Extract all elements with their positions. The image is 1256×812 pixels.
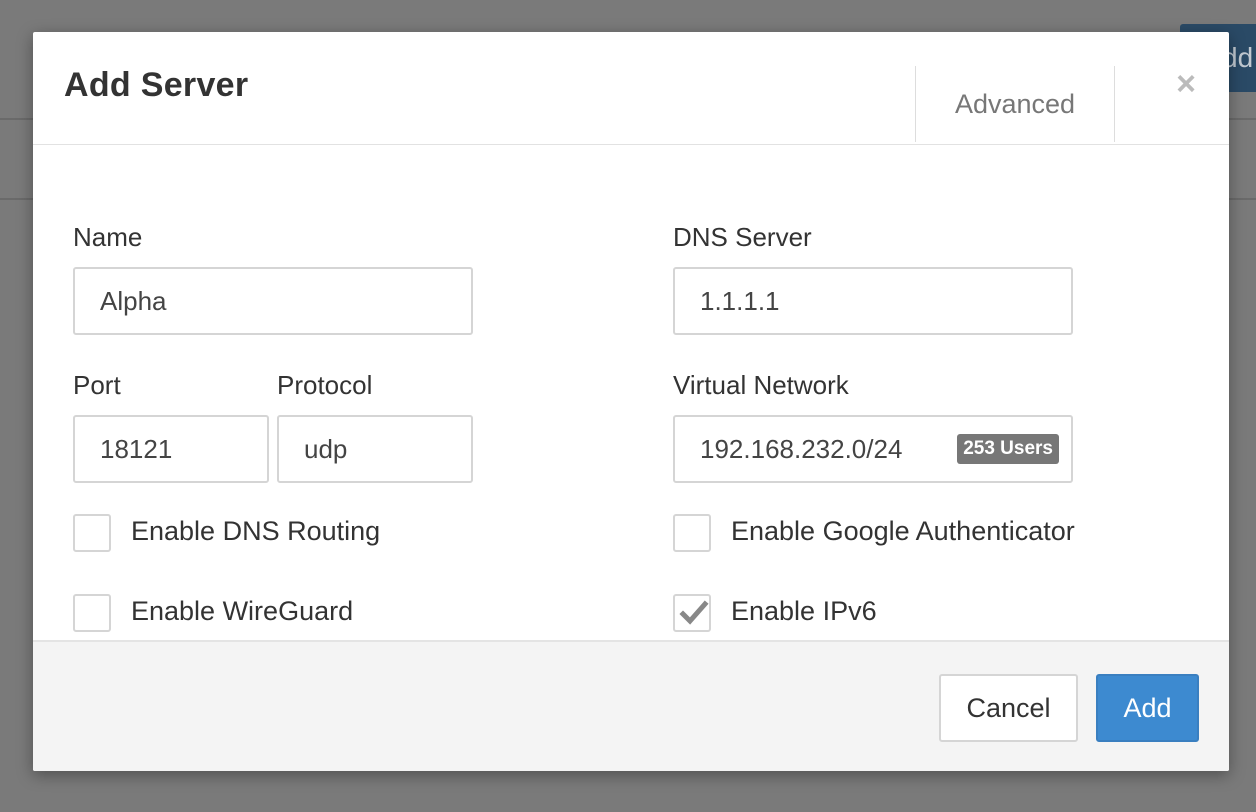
close-icon[interactable]: × bbox=[1169, 64, 1203, 104]
name-input[interactable]: Alpha bbox=[73, 267, 473, 335]
checkmark-icon bbox=[679, 600, 709, 625]
google-authenticator-checkbox-row[interactable]: Enable Google Authenticator bbox=[673, 514, 1153, 554]
ipv6-checkbox-row[interactable]: Enable IPv6 bbox=[673, 594, 1073, 634]
virtual-network-value: 192.168.232.0/24 bbox=[700, 434, 903, 464]
port-label: Port bbox=[73, 370, 121, 400]
ipv6-checkbox[interactable] bbox=[673, 594, 711, 632]
wireguard-label: Enable WireGuard bbox=[131, 596, 354, 626]
name-label: Name bbox=[73, 222, 143, 252]
modal-body: Name Alpha DNS Server 1.1.1.1 Port 18121… bbox=[33, 145, 1229, 640]
dns-routing-checkbox[interactable] bbox=[73, 514, 111, 552]
virtual-network-label: Virtual Network bbox=[673, 370, 849, 400]
virtual-network-input[interactable]: 192.168.232.0/24 253 Users bbox=[673, 415, 1073, 483]
dns-routing-checkbox-row[interactable]: Enable DNS Routing bbox=[73, 514, 473, 554]
add-server-modal: Add Server Advanced × Name Alpha DNS Ser… bbox=[33, 32, 1229, 771]
protocol-label: Protocol bbox=[277, 370, 373, 400]
google-authenticator-checkbox[interactable] bbox=[673, 514, 711, 552]
modal-footer: Cancel Add bbox=[33, 640, 1229, 771]
tab-advanced[interactable]: Advanced bbox=[915, 66, 1115, 142]
dns-server-input[interactable]: 1.1.1.1 bbox=[673, 267, 1073, 335]
wireguard-checkbox-row[interactable]: Enable WireGuard bbox=[73, 594, 473, 634]
protocol-input[interactable]: udp bbox=[277, 415, 473, 483]
port-input[interactable]: 18121 bbox=[73, 415, 269, 483]
wireguard-checkbox[interactable] bbox=[73, 594, 111, 632]
google-authenticator-label: Enable Google Authenticator bbox=[731, 516, 1075, 546]
add-button[interactable]: Add bbox=[1096, 674, 1199, 742]
ipv6-label: Enable IPv6 bbox=[731, 596, 877, 626]
dns-routing-label: Enable DNS Routing bbox=[131, 516, 381, 546]
cancel-button[interactable]: Cancel bbox=[939, 674, 1078, 742]
dns-server-label: DNS Server bbox=[673, 222, 812, 252]
modal-header: Add Server Advanced × bbox=[33, 32, 1229, 145]
users-count-badge: 253 Users bbox=[957, 434, 1059, 464]
modal-title: Add Server bbox=[64, 66, 249, 104]
